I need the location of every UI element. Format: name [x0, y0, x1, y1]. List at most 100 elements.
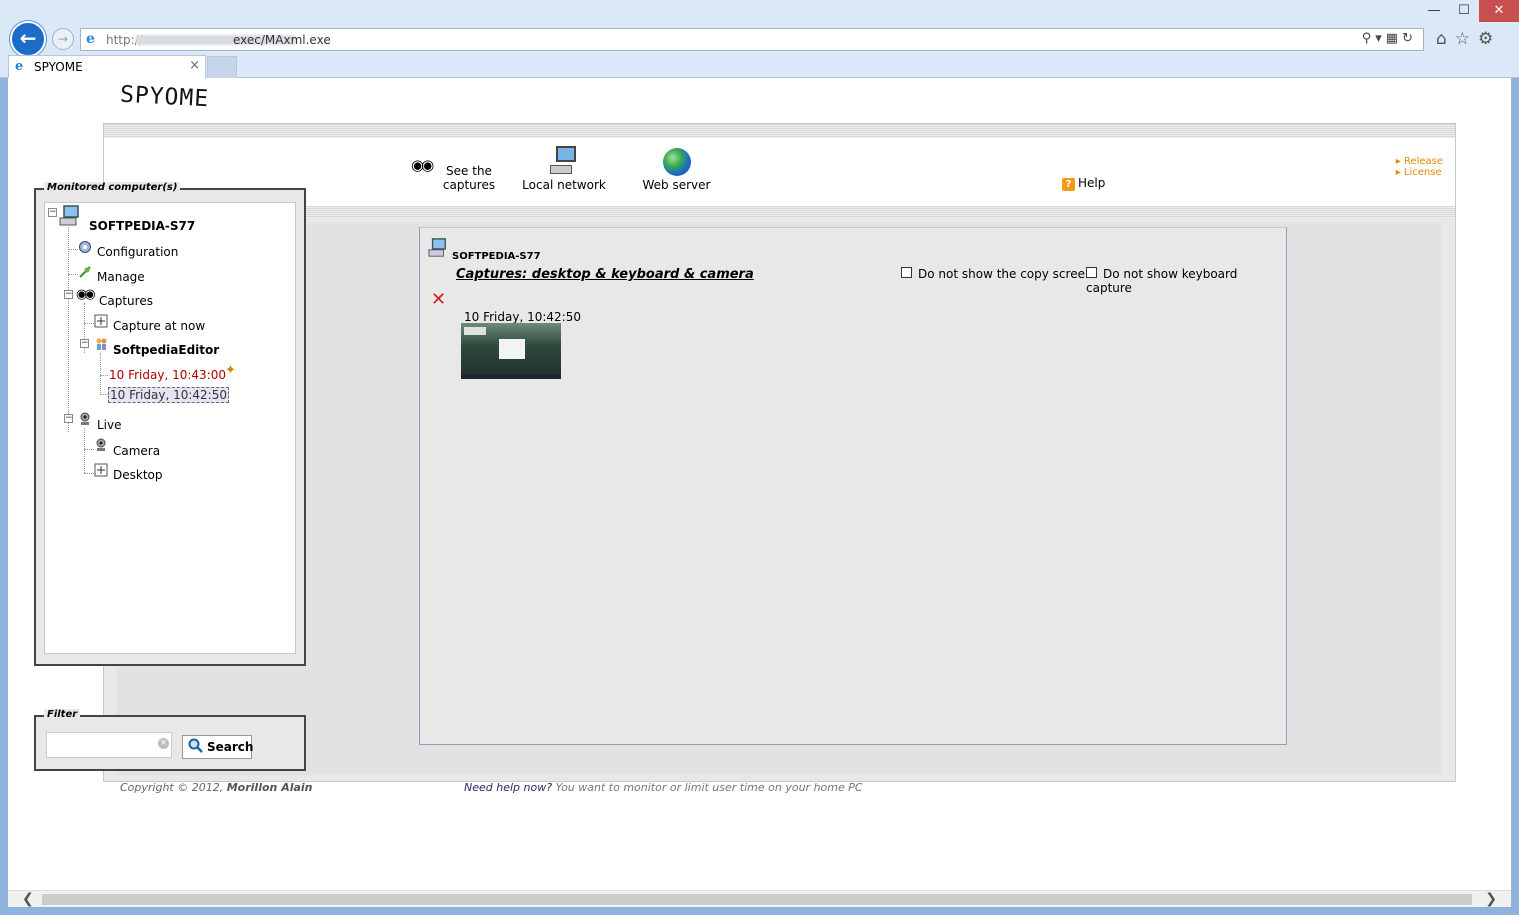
magnifier-icon — [188, 738, 203, 753]
home-icon[interactable]: ⌂ — [1436, 29, 1455, 49]
window-controls: — ☐ ✕ — [1419, 0, 1519, 22]
side-links: Release License — [1396, 156, 1443, 178]
license-link[interactable]: License — [1396, 167, 1443, 178]
back-button[interactable]: ← — [10, 21, 46, 57]
tree-collapse-toggle[interactable]: − — [64, 290, 73, 299]
checkbox-hide-copy-screen[interactable] — [901, 267, 912, 278]
refresh-icon[interactable]: ↻ — [1402, 31, 1417, 46]
option-hide-copy-screen[interactable]: Do not show the copy screen — [901, 267, 1093, 281]
checkbox-hide-keyboard[interactable] — [1086, 267, 1097, 278]
search-icon[interactable]: ⚲ — [1362, 31, 1376, 46]
camera-icon — [96, 438, 106, 451]
tree-item-capture-now[interactable]: Capture at now — [113, 319, 205, 333]
compat-icon[interactable]: ▦ — [1386, 31, 1402, 46]
filter-legend: Filter — [44, 709, 81, 720]
gear-icon[interactable]: ⚙ — [1478, 29, 1501, 49]
nav-see-captures-label: See the captures — [439, 164, 499, 192]
help-question-link[interactable]: Need help now? — [464, 781, 552, 794]
minimize-button[interactable]: — — [1419, 0, 1449, 22]
nav-local-network[interactable]: Local network — [519, 146, 609, 192]
scroll-right-icon[interactable]: ❯ — [1485, 891, 1497, 907]
tree-line — [84, 428, 85, 473]
desktop-icon — [94, 463, 108, 477]
header-band-bottom — [104, 206, 1455, 218]
favorites-star-icon[interactable]: ☆ — [1455, 29, 1478, 49]
header: ◉◉ See the captures Local network Web se… — [104, 138, 1455, 216]
forward-button[interactable]: → — [52, 28, 74, 50]
tree-line — [68, 249, 78, 250]
panel-caption-link[interactable]: Captures: desktop & keyboard & camera — [456, 267, 754, 282]
dropdown-icon[interactable]: ▾ — [1375, 31, 1386, 46]
browser-tab[interactable]: e SPYOME × — [8, 55, 206, 78]
arrow-right-icon: → — [57, 32, 69, 46]
computer-icon — [59, 205, 79, 226]
tree-line — [100, 353, 101, 395]
clear-input-icon[interactable]: × — [158, 738, 169, 749]
scroll-left-icon[interactable]: ❮ — [22, 891, 34, 907]
monitored-computers-group: Monitored computer(s) − SOFTPEDIA-S77 Co… — [34, 182, 306, 666]
nav-local-network-label: Local network — [522, 178, 606, 192]
option-hide-copy-screen-label: Do not show the copy screen — [918, 267, 1093, 281]
scrollbar-thumb[interactable] — [42, 894, 1472, 905]
screenshot-thumbnail[interactable] — [461, 323, 561, 379]
help-icon: ? — [1062, 178, 1075, 191]
tree-item-live[interactable]: Live — [97, 418, 122, 432]
tree-capture-selected[interactable]: 10 Friday, 10:42:50 — [108, 387, 229, 403]
release-link[interactable]: Release — [1396, 156, 1443, 167]
nav-captures-line2: captures — [442, 178, 496, 192]
screenshot-time: 10 Friday, 10:42:50 — [464, 310, 581, 324]
tree-item-configuration[interactable]: Configuration — [97, 245, 178, 259]
network-computer-icon — [550, 146, 578, 176]
filter-group: Filter × Search — [34, 709, 306, 771]
author-name: Morillon Alain — [226, 781, 313, 794]
tree-line — [84, 473, 94, 474]
delete-icon[interactable]: ✕ — [431, 289, 446, 310]
tab-close-icon[interactable]: × — [189, 58, 200, 73]
tab-title: SPYOME — [34, 60, 83, 74]
globe-icon — [662, 148, 691, 176]
tree-capture-recent[interactable]: 10 Friday, 10:43:00 — [109, 368, 226, 382]
nav-web-server[interactable]: Web server — [634, 148, 719, 192]
address-tools: ⚲▾▦↻ — [1362, 31, 1417, 46]
capture-now-icon — [94, 314, 108, 328]
new-tab-button[interactable] — [207, 56, 237, 78]
spyome-logo: SPYOME — [119, 81, 210, 113]
copyright-text: Copyright © 2012, — [120, 781, 224, 794]
tree-item-desktop[interactable]: Desktop — [113, 468, 163, 482]
tree-item-manage[interactable]: Manage — [97, 270, 145, 284]
captures-panel: SOFTPEDIA-S77 Captures: desktop & keyboa… — [419, 227, 1287, 745]
url-path: exec/MAxml.exe — [233, 33, 331, 47]
tree-collapse-toggle[interactable]: − — [80, 339, 89, 348]
help-promo-text: You want to monitor or limit user time o… — [555, 781, 863, 794]
option-hide-keyboard[interactable]: Do not show keyboard capture — [1086, 267, 1286, 295]
manage-tools-icon — [79, 266, 91, 278]
filter-input[interactable] — [46, 732, 172, 758]
configuration-gear-icon — [79, 241, 91, 253]
tree-collapse-toggle[interactable]: − — [48, 208, 57, 217]
search-button-label: Search — [207, 740, 254, 754]
live-webcam-icon — [80, 412, 90, 425]
browser-chrome: — ☐ ✕ ← → e http:// exec/MAxml.exe ⚲▾▦↻ … — [0, 0, 1519, 78]
tree-item-user[interactable]: SoftpediaEditor — [113, 343, 219, 357]
nav-help-label: Help — [1078, 176, 1106, 190]
maximize-button[interactable]: ☐ — [1449, 0, 1479, 22]
tree-collapse-toggle[interactable]: − — [64, 414, 73, 423]
search-button[interactable]: Search — [182, 735, 254, 759]
eyes-icon: ◉◉ — [76, 287, 96, 302]
tree-line — [100, 394, 108, 395]
magic-wand-icon: ✦ — [225, 363, 236, 378]
tree-item-camera[interactable]: Camera — [113, 444, 160, 458]
nav-help[interactable]: ? Help — [1062, 176, 1105, 191]
tree-computer-name[interactable]: SOFTPEDIA-S77 — [89, 219, 195, 233]
page-viewport: SPYOME ◉◉ See the captures Local network… — [8, 78, 1511, 890]
close-window-button[interactable]: ✕ — [1479, 0, 1519, 22]
footer-copyright: Copyright © 2012, Morillon Alain — [120, 781, 313, 794]
tree-item-captures[interactable]: Captures — [99, 294, 153, 308]
address-bar[interactable]: e http:// exec/MAxml.exe ⚲▾▦↻ — [80, 28, 1424, 51]
computer-tree: − SOFTPEDIA-S77 Configuration Manage − ◉… — [44, 202, 296, 654]
option-hide-keyboard-label: Do not show keyboard capture — [1086, 267, 1238, 295]
users-icon — [96, 338, 107, 350]
horizontal-scrollbar[interactable]: ❮ ❯ — [8, 890, 1511, 907]
nav-captures-line1: See the — [446, 164, 492, 178]
arrow-left-icon: ← — [19, 26, 37, 50]
